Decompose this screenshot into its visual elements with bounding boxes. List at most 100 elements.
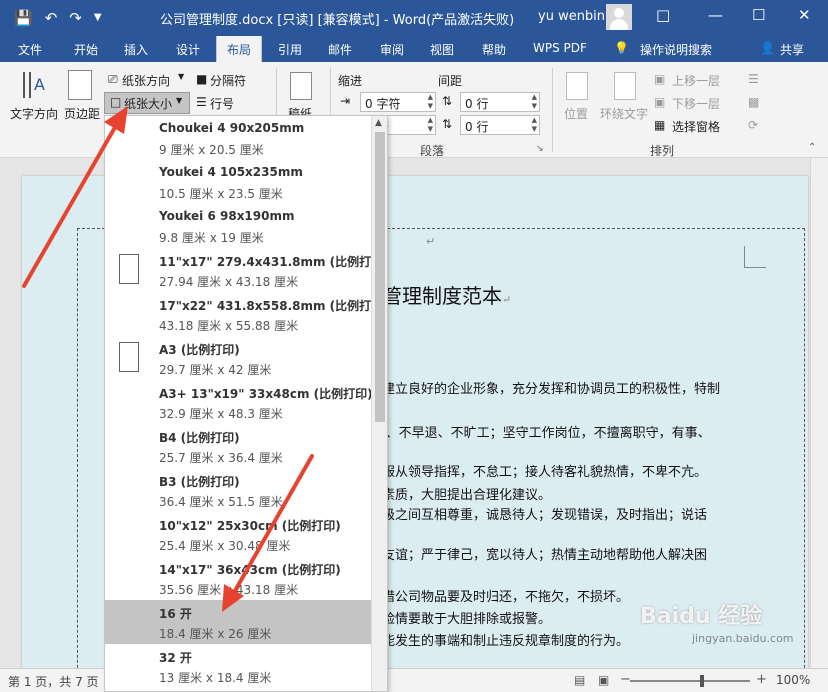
paper-size-option[interactable]: 32 开 13 厘米 x 18.4 厘米 bbox=[105, 644, 371, 688]
paper-size-dimensions: 18.4 厘米 x 26 厘米 bbox=[159, 627, 272, 641]
group-separator bbox=[552, 68, 553, 152]
bring-forward-button[interactable]: 上移一层 bbox=[672, 72, 720, 89]
redo-icon[interactable]: ↷ bbox=[69, 10, 82, 26]
rotate-icon[interactable]: ⟳ bbox=[748, 118, 758, 132]
paper-size-name: 10"x12" 25x30cm (比例打印) bbox=[159, 519, 341, 533]
tab-insert[interactable]: 插入 bbox=[124, 41, 148, 58]
zoom-in-icon[interactable]: + bbox=[756, 672, 767, 687]
spacing-before-icon: ⇅ bbox=[442, 94, 453, 108]
paper-size-option[interactable]: Youkei 4 105x235mm 10.5 厘米 x 23.5 厘米 bbox=[105, 160, 371, 204]
send-backward-button[interactable]: 下移一层 bbox=[672, 95, 720, 112]
selection-pane-button[interactable]: 选择窗格 bbox=[672, 118, 720, 135]
paper-size-name: Youkei 4 105x235mm bbox=[159, 165, 303, 179]
spacing-after-icon: ⇅ bbox=[442, 117, 453, 131]
tab-wps-pdf[interactable]: WPS PDF bbox=[533, 41, 587, 55]
paper-size-name: B4 (比例打印) bbox=[159, 431, 240, 445]
paper-size-dropdown: Choukei 4 90x205mm 9 厘米 x 20.5 厘米 Youkei… bbox=[104, 115, 388, 692]
document-heading: 管理制度范本↵ bbox=[382, 280, 511, 309]
tab-references[interactable]: 引用 bbox=[278, 41, 302, 58]
dropdown-scrollbar[interactable]: ▲ bbox=[371, 116, 387, 691]
quick-access-toolbar: 💾 ↶ ↷ ▼ bbox=[0, 10, 102, 26]
margins-icon bbox=[68, 70, 92, 100]
align-icon[interactable]: ☰ bbox=[748, 72, 759, 86]
spacing-after-value: 0 行 bbox=[465, 120, 489, 134]
spacing-label: 间距 bbox=[438, 74, 463, 88]
paper-size-name: A3+ 13"x19" 33x48cm (比例打印) bbox=[159, 387, 373, 401]
read-mode-icon[interactable]: ▤ bbox=[574, 673, 585, 687]
wrap-text-button[interactable]: 环绕文字 bbox=[600, 105, 648, 122]
paper-size-option[interactable]: 10"x12" 25x30cm (比例打印) 25.4 厘米 x 30.48 厘… bbox=[105, 512, 371, 556]
paper-size-option[interactable]: A3+ 13"x19" 33x48cm (比例打印) 32.9 厘米 x 48.… bbox=[105, 380, 373, 424]
user-name[interactable]: yu wenbin bbox=[538, 9, 605, 24]
paper-size-option-selected[interactable]: 16 开 18.4 厘米 x 26 厘米 bbox=[105, 600, 371, 644]
zoom-level[interactable]: 100% bbox=[776, 673, 810, 687]
paper-size-option[interactable]: Choukei 4 90x205mm 9 厘米 x 20.5 厘米 bbox=[105, 116, 371, 160]
tab-home[interactable]: 开始 bbox=[74, 41, 98, 58]
tab-view[interactable]: 视图 bbox=[430, 41, 454, 58]
paper-size-option[interactable]: Youkei 6 98x190mm 9.8 厘米 x 19 厘米 bbox=[105, 204, 371, 248]
margins-button[interactable]: 页边距 bbox=[64, 105, 100, 122]
tab-help[interactable]: 帮助 bbox=[482, 41, 506, 58]
spacing-before-value: 0 行 bbox=[465, 97, 489, 111]
dialog-launcher-icon[interactable]: ↘ bbox=[536, 144, 544, 154]
paper-size-dimensions: 9 厘米 x 20.5 厘米 bbox=[159, 143, 264, 157]
print-layout-icon[interactable]: ▣ bbox=[598, 673, 609, 687]
text-direction-button[interactable]: 文字方向 bbox=[10, 105, 58, 122]
undo-icon[interactable]: ↶ bbox=[45, 10, 58, 26]
ribbon-display-icon[interactable]: □ bbox=[656, 6, 670, 24]
paper-size-option[interactable]: B3 (比例打印) 36.4 厘米 x 51.5 厘米 bbox=[105, 468, 371, 512]
spinner-icon[interactable]: ▲ ▼ bbox=[428, 116, 433, 134]
spinner-icon[interactable]: ▲ ▼ bbox=[532, 116, 537, 134]
paper-size-dimensions: 32.9 厘米 x 48.3 厘米 bbox=[159, 407, 283, 421]
zoom-slider-handle[interactable] bbox=[700, 675, 704, 687]
heading-text: 管理制度范本 bbox=[382, 284, 502, 308]
breaks-button[interactable]: 分隔符 bbox=[210, 72, 246, 89]
paragraph-group-label: 段落 bbox=[420, 144, 445, 158]
scroll-up-icon[interactable]: ▲ bbox=[375, 118, 382, 128]
size-button[interactable]: 纸张大小 bbox=[124, 95, 172, 112]
minimize-icon[interactable]: — bbox=[708, 6, 723, 24]
paper-size-name: A3 (比例打印) bbox=[159, 343, 240, 357]
baidu-watermark: Baidu 经验 bbox=[640, 604, 763, 629]
tell-me-search[interactable]: 操作说明搜索 bbox=[640, 41, 712, 58]
spinner-icon[interactable]: ▲ ▼ bbox=[532, 93, 537, 111]
indent-left-input[interactable]: 0 字符 ▲ ▼ bbox=[360, 92, 436, 112]
group-icon[interactable]: ▩ bbox=[748, 95, 759, 109]
paper-size-option[interactable]: A3 (比例打印) 29.7 厘米 x 42 厘米 bbox=[105, 336, 371, 380]
vertical-scrollbar[interactable] bbox=[810, 158, 828, 668]
zoom-slider[interactable] bbox=[630, 680, 750, 682]
spinner-icon[interactable]: ▲ ▼ bbox=[428, 93, 433, 111]
scrollbar-thumb[interactable] bbox=[375, 132, 385, 422]
paper-size-option[interactable]: 11"x17" 279.4x431.8mm (比例打印) 27.94 厘米 x … bbox=[105, 248, 387, 292]
spacing-after-input[interactable]: 0 行 ▲ ▼ bbox=[460, 115, 540, 135]
zoom-out-icon[interactable]: − bbox=[620, 672, 631, 687]
paper-size-name: 32 开 bbox=[159, 651, 192, 665]
document-line: 级之间互相尊重，诚恳待人；发现错误，及时指出；说话 bbox=[382, 508, 708, 523]
paper-size-option[interactable]: B4 (比例打印) 25.7 厘米 x 36.4 厘米 bbox=[105, 424, 371, 468]
spacing-before-input[interactable]: 0 行 ▲ ▼ bbox=[460, 92, 540, 112]
maximize-icon[interactable]: ☐ bbox=[752, 6, 765, 24]
close-icon[interactable]: ✕ bbox=[798, 6, 811, 24]
document-line: l、不早退、不旷工；坚守工作岗位，不擅离职守，有事、 bbox=[382, 426, 711, 441]
tab-file[interactable]: 文件 bbox=[18, 41, 42, 58]
paper-size-option[interactable]: 17"x22" 431.8x558.8mm (比例打印) 43.18 厘米 x … bbox=[105, 292, 387, 336]
tab-mailings[interactable]: 邮件 bbox=[328, 41, 352, 58]
orientation-button[interactable]: 纸张方向 bbox=[122, 72, 170, 89]
indent-left-icon: ⇥ bbox=[340, 94, 351, 108]
collapse-ribbon-icon[interactable]: ⌃ bbox=[808, 142, 816, 153]
paper-size-name: 14"x17" 36x43cm (比例打印) bbox=[159, 563, 341, 577]
line-numbers-button[interactable]: 行号 bbox=[210, 95, 234, 112]
tab-layout[interactable]: 布局 bbox=[216, 36, 263, 62]
tab-review[interactable]: 审阅 bbox=[380, 41, 404, 58]
save-icon[interactable]: 💾 bbox=[14, 10, 33, 26]
paper-size-name: 11"x17" 279.4x431.8mm (比例打印) bbox=[159, 255, 388, 269]
customize-qat-icon[interactable]: ▼ bbox=[94, 13, 102, 23]
share-button[interactable]: 共享 bbox=[780, 41, 804, 58]
avatar[interactable] bbox=[606, 4, 632, 30]
page-count[interactable]: 第 1 页，共 7 页 bbox=[8, 673, 99, 690]
tab-design[interactable]: 设计 bbox=[176, 41, 200, 58]
position-button[interactable]: 位置 bbox=[564, 105, 588, 122]
document-line: 服从领导指挥，不怠工；接人待客礼貌热情，不卑不亢。 bbox=[382, 465, 708, 480]
paper-size-option[interactable]: 14"x17" 36x43cm (比例打印) 35.56 厘米 x 43.18 … bbox=[105, 556, 371, 600]
paper-size-name: 16 开 bbox=[159, 607, 192, 621]
